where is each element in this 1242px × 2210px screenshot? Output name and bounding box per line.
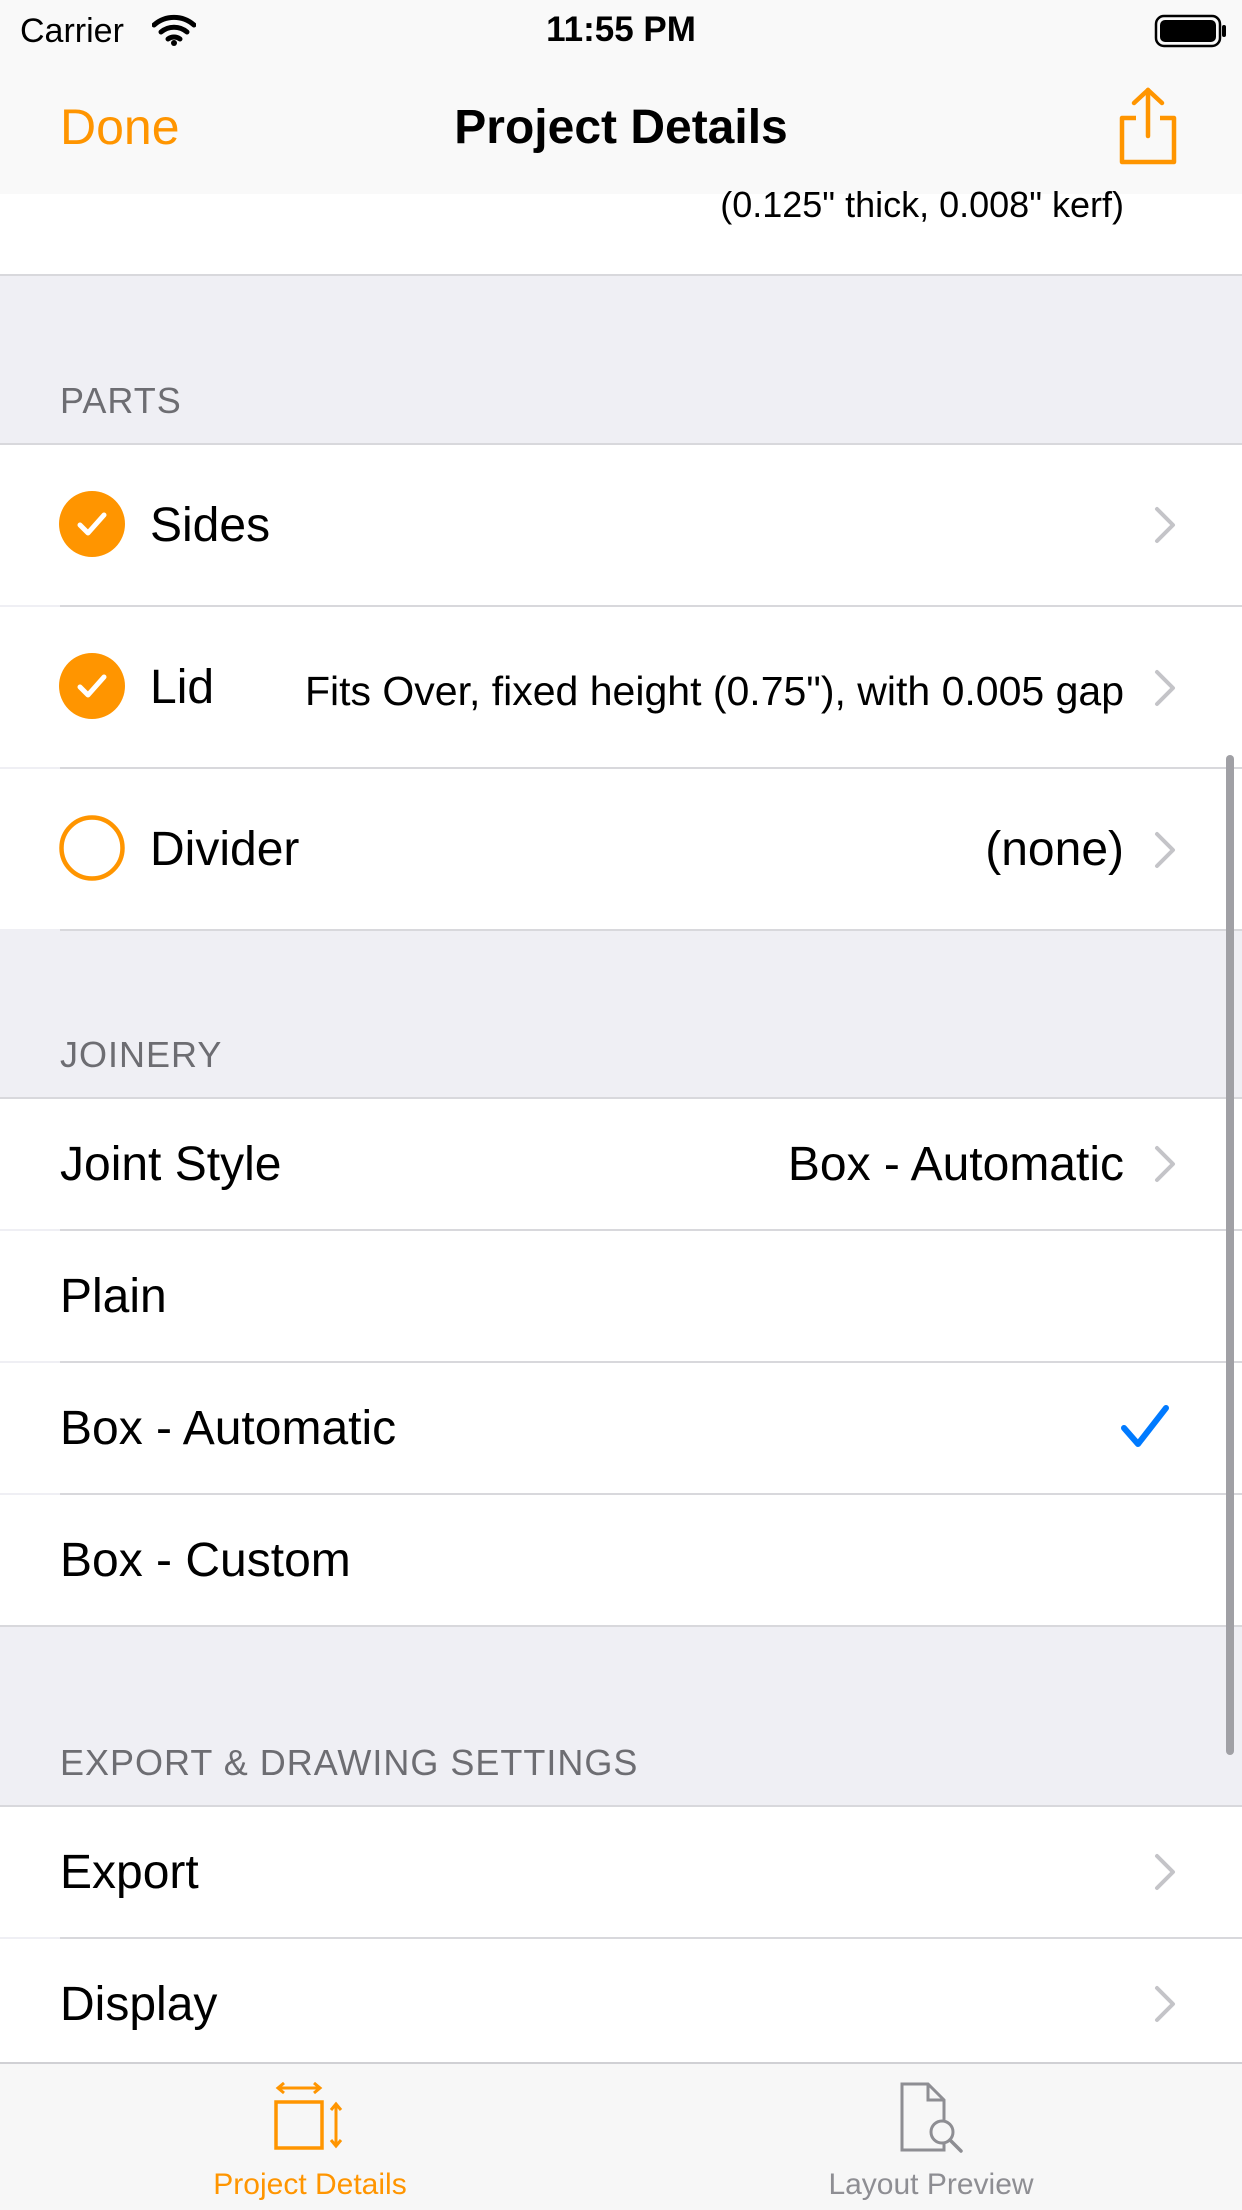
section-header-export: EXPORT & DRAWING SETTINGS	[60, 1742, 639, 1783]
divider	[0, 274, 1242, 276]
part-label-sides: Sides	[150, 499, 271, 552]
tab-label-project-details: Project Details	[213, 2168, 407, 2201]
size-cell-value: (0.125" thick, 0.008" kerf)	[720, 184, 1124, 225]
checkmark-icon	[1121, 1405, 1169, 1447]
chevron-right-icon	[1155, 1986, 1175, 2022]
part-label-lid: Lid	[150, 661, 215, 714]
chevron-right-icon	[1155, 670, 1175, 706]
section-header-joinery: JOINERY	[60, 1034, 223, 1075]
checked-circle-icon[interactable]	[59, 653, 125, 719]
chevron-right-icon	[1155, 1854, 1175, 1890]
joint-option-label: Plain	[60, 1270, 167, 1323]
chevron-right-icon	[1155, 1146, 1175, 1182]
export-label: Export	[60, 1846, 199, 1899]
part-value-lid: Fits Over, fixed height (0.75"), with 0.…	[304, 668, 1124, 714]
part-label-divider: Divider	[150, 823, 300, 876]
status-time: 11:55 PM	[546, 10, 696, 49]
divider	[60, 929, 1242, 931]
share-icon[interactable]	[1112, 86, 1184, 166]
chevron-right-icon	[1155, 507, 1175, 543]
chevron-right-icon	[1155, 832, 1175, 868]
checked-circle-icon[interactable]	[59, 491, 125, 557]
part-value-divider: (none)	[985, 823, 1124, 876]
tab-label-layout-preview: Layout Preview	[828, 2168, 1034, 2201]
page-title: Project Details	[454, 101, 788, 154]
section-header-parts: PARTS	[60, 380, 182, 421]
display-label: Display	[60, 1978, 218, 2031]
unchecked-circle-icon[interactable]	[59, 815, 125, 881]
joint-option-label: Box - Automatic	[60, 1402, 397, 1455]
battery-icon	[1154, 14, 1226, 48]
document-search-icon	[900, 2082, 963, 2153]
resize-box-icon	[274, 2082, 343, 2150]
joint-option-label: Box - Custom	[60, 1534, 351, 1587]
joint-style-value: Box - Automatic	[787, 1138, 1124, 1191]
divider	[0, 1625, 1242, 1627]
joint-option-plain[interactable]	[0, 1231, 1242, 1361]
scrollbar[interactable]	[1226, 755, 1234, 1755]
joint-style-label: Joint Style	[60, 1138, 282, 1191]
